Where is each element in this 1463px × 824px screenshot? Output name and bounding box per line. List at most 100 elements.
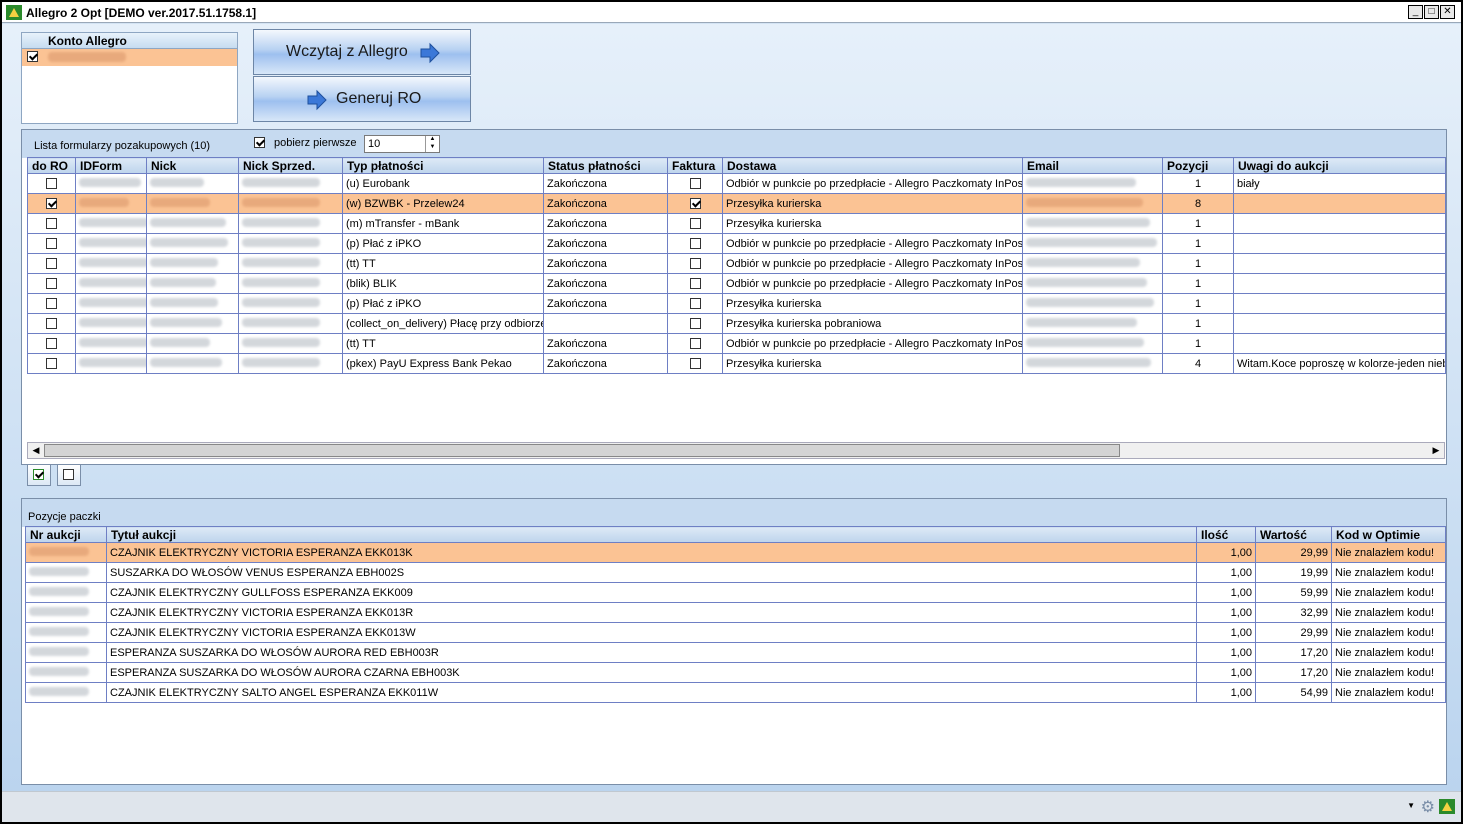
do-ro-cell[interactable] (27, 253, 76, 274)
column-header[interactable]: Kod w Optimie (1331, 526, 1446, 543)
invoice-cell[interactable] (667, 273, 723, 294)
dropdown-arrow-icon[interactable]: ▼ (1407, 801, 1415, 810)
table-row[interactable]: (pkex) PayU Express Bank Pekao Zakończona… (27, 353, 1446, 374)
column-header[interactable]: Ilość (1196, 526, 1256, 543)
account-list[interactable]: Konto Allegro (21, 32, 238, 124)
do-ro-cell[interactable] (27, 333, 76, 354)
do-ro-checkbox[interactable] (46, 298, 57, 310)
invoice-cell[interactable] (667, 313, 723, 334)
invoice-checkbox[interactable] (689, 258, 701, 270)
do-ro-cell[interactable] (27, 313, 76, 334)
do-ro-cell[interactable] (27, 173, 76, 194)
do-ro-checkbox[interactable] (46, 178, 57, 190)
table-row[interactable]: CZAJNIK ELEKTRYCZNY VICTORIA ESPERANZA E… (25, 602, 1446, 623)
invoice-cell[interactable] (667, 233, 723, 254)
invoice-cell[interactable] (667, 353, 723, 374)
invoice-cell[interactable] (667, 333, 723, 354)
invoice-checkbox[interactable] (689, 198, 701, 210)
column-header[interactable]: Uwagi do aukcji (1233, 157, 1446, 174)
items-table[interactable]: Nr aukcji Tytuł aukcji Ilość Wartość Kod w O… (25, 526, 1446, 703)
do-ro-cell[interactable] (27, 293, 76, 314)
table-row[interactable]: CZAJNIK ELEKTRYCZNY SALTO ANGEL ESPERANZ… (25, 682, 1446, 703)
column-header[interactable]: Nr aukcji (25, 526, 107, 543)
column-header[interactable]: do RO (27, 157, 76, 174)
do-ro-checkbox[interactable] (46, 258, 57, 270)
table-row[interactable]: (tt) TT Zakończona Odbiór w punkcie po prz… (27, 333, 1446, 354)
table-row[interactable]: (blik) BLIK Zakończona Odbiór w punkcie po… (27, 273, 1446, 294)
invoice-checkbox[interactable] (689, 338, 701, 350)
settings-gear-icon[interactable]: ⚙ (1421, 797, 1435, 817)
do-ro-cell[interactable] (27, 213, 76, 234)
do-ro-checkbox[interactable] (46, 318, 57, 330)
do-ro-checkbox[interactable] (46, 338, 57, 350)
table-row[interactable]: ESPERANZA SUSZARKA DO WŁOSÓW AURORA RED … (25, 642, 1446, 663)
do-ro-cell[interactable] (27, 233, 76, 254)
table-row[interactable]: SUSZARKA DO WŁOSÓW VENUS ESPERANZA EBH00… (25, 562, 1446, 583)
table-row[interactable]: (w) BZWBK - Przelew24 Zakończona Przesyłka… (27, 193, 1446, 214)
table-row[interactable]: CZAJNIK ELEKTRYCZNY VICTORIA ESPERANZA E… (25, 622, 1446, 643)
table-row[interactable]: CZAJNIK ELEKTRYCZNY VICTORIA ESPERANZA E… (25, 542, 1446, 563)
do-ro-cell[interactable] (27, 273, 76, 294)
close-button[interactable]: ✕ (1440, 5, 1455, 19)
spin-down-icon[interactable]: ▼ (425, 144, 439, 152)
column-header[interactable]: Status płatności (543, 157, 668, 174)
do-ro-checkbox[interactable] (46, 218, 57, 230)
table-row[interactable]: (p) Płać z iPKO Zakończona Odbiór w punkci… (27, 233, 1446, 254)
forms-horizontal-scrollbar[interactable]: ◀ ▶ (27, 442, 1445, 459)
table-row[interactable]: (tt) TT Zakończona Odbiór w punkcie po prz… (27, 253, 1446, 274)
do-ro-checkbox[interactable] (46, 278, 57, 290)
column-header[interactable]: IDForm (75, 157, 147, 174)
column-header[interactable]: Wartość (1255, 526, 1332, 543)
invoice-checkbox[interactable] (689, 178, 701, 190)
auction-number-cell (25, 682, 107, 703)
title-bar[interactable]: Allegro 2 Opt [DEMO ver.2017.51.1758.1] … (2, 2, 1461, 23)
fetch-first-spinner[interactable]: 10 ▲ ▼ (364, 135, 440, 153)
table-row[interactable]: (p) Płać z iPKO Zakończona Przesyłka kurie… (27, 293, 1446, 314)
forms-table[interactable]: do RO IDForm Nick Nick Sprzed. Typ płatności… (27, 157, 1446, 374)
invoice-cell[interactable] (667, 173, 723, 194)
scroll-thumb[interactable] (44, 444, 1120, 457)
invoice-checkbox[interactable] (689, 298, 701, 310)
column-header[interactable]: Nick Sprzed. (238, 157, 343, 174)
uncheck-all-button[interactable] (57, 464, 81, 486)
column-header[interactable]: Typ płatności (342, 157, 544, 174)
table-row[interactable]: (m) mTransfer - mBank Zakończona Przesyłka… (27, 213, 1446, 234)
invoice-cell[interactable] (667, 193, 723, 214)
invoice-checkbox[interactable] (689, 278, 701, 290)
do-ro-cell[interactable] (27, 353, 76, 374)
column-header[interactable]: Pozycji (1162, 157, 1234, 174)
invoice-checkbox[interactable] (689, 358, 701, 370)
table-row[interactable]: ESPERANZA SUSZARKA DO WŁOSÓW AURORA CZAR… (25, 662, 1446, 683)
account-checkbox[interactable] (27, 51, 38, 62)
allegro-tray-icon[interactable] (1439, 799, 1455, 814)
invoice-cell[interactable] (667, 213, 723, 234)
scroll-left-icon[interactable]: ◀ (28, 443, 44, 458)
invoice-cell[interactable] (667, 293, 723, 314)
table-row[interactable]: (u) Eurobank Zakończona Odbiór w punkcie p… (27, 173, 1446, 194)
generate-ro-button[interactable]: Generuj RO (253, 76, 471, 122)
check-all-button[interactable] (27, 464, 51, 486)
do-ro-checkbox[interactable] (46, 238, 57, 250)
quantity-cell: 1,00 (1196, 662, 1256, 683)
column-header[interactable]: Faktura (667, 157, 723, 174)
column-header[interactable]: Dostawa (722, 157, 1023, 174)
invoice-checkbox[interactable] (689, 218, 701, 230)
minimize-button[interactable]: _ (1408, 5, 1423, 19)
column-header[interactable]: Email (1022, 157, 1163, 174)
do-ro-cell[interactable] (27, 193, 76, 214)
maximize-button[interactable]: □ (1424, 5, 1439, 19)
account-row[interactable] (22, 49, 237, 66)
do-ro-checkbox[interactable] (46, 198, 57, 210)
invoice-cell[interactable] (667, 253, 723, 274)
spin-up-icon[interactable]: ▲ (425, 136, 439, 144)
column-header[interactable]: Tytuł aukcji (106, 526, 1197, 543)
table-row[interactable]: (collect_on_delivery) Płacę przy odbiorz… (27, 313, 1446, 334)
table-row[interactable]: CZAJNIK ELEKTRYCZNY GULLFOSS ESPERANZA E… (25, 582, 1446, 603)
do-ro-checkbox[interactable] (46, 358, 57, 370)
load-from-allegro-button[interactable]: Wczytaj z Allegro (253, 29, 471, 75)
fetch-first-checkbox[interactable] (254, 137, 265, 148)
invoice-checkbox[interactable] (689, 318, 701, 330)
column-header[interactable]: Nick (146, 157, 239, 174)
invoice-checkbox[interactable] (689, 238, 701, 250)
scroll-right-icon[interactable]: ▶ (1428, 443, 1444, 458)
